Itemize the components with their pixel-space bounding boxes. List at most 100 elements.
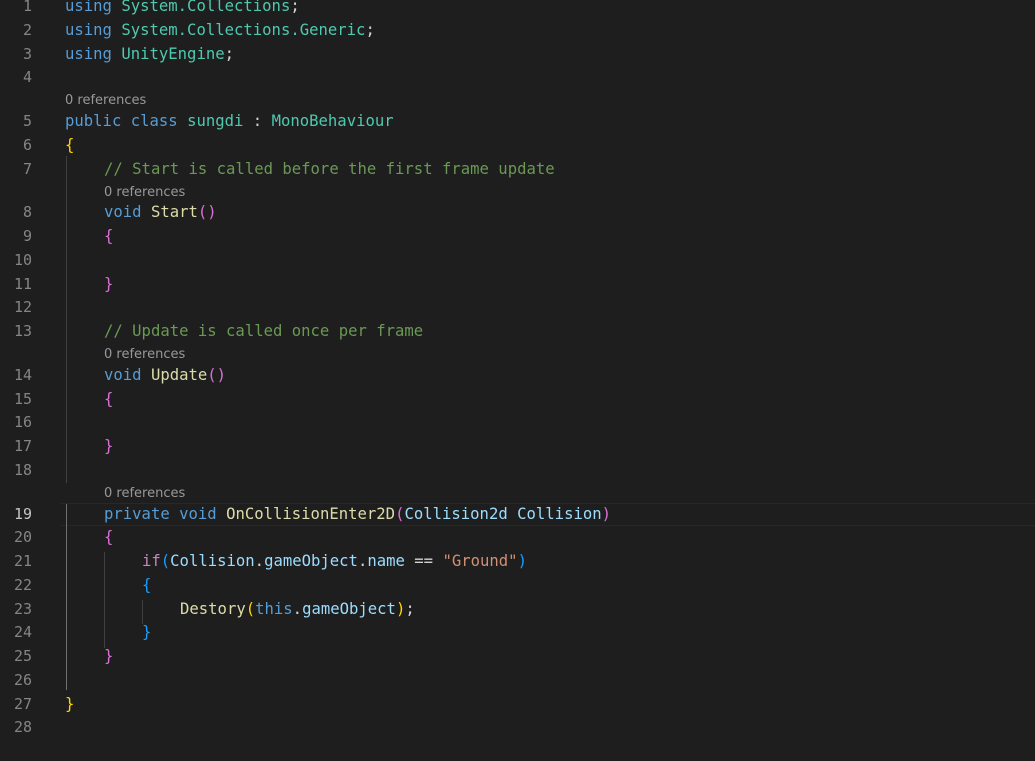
token-keyword: class [130, 112, 178, 130]
line-number: 3 [22, 45, 32, 63]
token-namespace: System.Collections [121, 0, 291, 15]
token-keyword: void [104, 366, 142, 384]
token-bracket: ) [517, 552, 527, 570]
token-variable: Collision [170, 552, 255, 570]
token-bracket: ) [395, 600, 406, 618]
token-bracket: ) [601, 505, 612, 523]
line-number: 6 [22, 136, 32, 154]
code-line-1[interactable]: using System.Collections; [65, 0, 300, 16]
code-line-5[interactable]: public class sungdi : MonoBehaviour [65, 111, 394, 131]
line-number: 12 [13, 298, 32, 316]
code-line-21[interactable]: if(Collision.gameObject.name == "Ground"… [142, 551, 527, 571]
indent-guide [142, 600, 143, 624]
codelens-references[interactable]: 0 references [104, 185, 185, 201]
code-line-11[interactable]: } [104, 274, 113, 294]
token-function: OnCollisionEnter2D [226, 505, 396, 523]
token-bracket: } [104, 647, 114, 665]
line-number: 24 [13, 623, 32, 641]
code-line-2[interactable]: using System.Collections.Generic; [65, 20, 375, 40]
code-line-20[interactable]: { [104, 527, 113, 547]
indent-guide [104, 552, 105, 648]
line-number: 25 [13, 647, 32, 665]
line-number: 26 [13, 671, 32, 689]
token-punct: : [243, 112, 272, 130]
line-number: 10 [13, 251, 32, 269]
code-line-9[interactable]: { [104, 226, 113, 246]
line-number: 5 [22, 112, 32, 130]
token-punct: . [292, 600, 303, 618]
code-line-7[interactable]: // Start is called before the first fram… [104, 159, 555, 179]
token-property: name [367, 552, 405, 570]
code-line-8[interactable]: void Start() [104, 202, 217, 222]
token-comment: // Start is called before the first fram… [104, 160, 555, 178]
line-number: 17 [13, 437, 32, 455]
token-string: "Ground" [442, 552, 518, 570]
token-bracket: } [65, 695, 75, 713]
token-bracket: { [104, 528, 114, 546]
token-keyword: void [104, 203, 142, 221]
code-editor[interactable]: 1 2 3 4 5 6 7 8 9 10 11 12 13 14 15 16 1… [0, 0, 1035, 761]
code-line-3[interactable]: using UnityEngine; [65, 44, 234, 64]
token-operator: == [404, 552, 443, 570]
line-number: 11 [13, 275, 32, 293]
token-property: gameObject [264, 552, 358, 570]
token-bracket: () [207, 366, 227, 384]
code-line-6[interactable]: { [65, 135, 74, 155]
line-number: 16 [13, 413, 32, 431]
code-line-15[interactable]: { [104, 389, 113, 409]
token-keyword: void [179, 505, 217, 523]
line-number: 2 [22, 21, 32, 39]
token-punct: ; [290, 0, 300, 15]
line-number: 15 [13, 390, 32, 408]
token-namespace: System.Collections.Generic [121, 21, 366, 39]
codelens-references[interactable]: 0 references [65, 93, 146, 109]
codelens-references[interactable]: 0 references [104, 486, 185, 502]
code-line-25[interactable]: } [104, 646, 113, 666]
token-class-name: sungdi [187, 112, 244, 130]
code-line-17[interactable]: } [104, 436, 113, 456]
code-line-27[interactable]: } [65, 694, 74, 714]
token-function: Start [150, 203, 198, 221]
token-bracket: } [142, 623, 152, 641]
token-punct: . [357, 552, 368, 570]
token-punct: ; [224, 45, 235, 63]
token-punct: ; [365, 21, 375, 39]
codelens-references[interactable]: 0 references [104, 347, 185, 363]
line-number: 23 [13, 600, 32, 618]
token-keyword: using [65, 0, 112, 15]
code-line-23[interactable]: Destory(this.gameObject); [180, 599, 415, 619]
token-punct: . [254, 552, 265, 570]
token-type: Collision2d [404, 505, 508, 523]
token-bracket: } [104, 437, 114, 455]
token-bracket: ( [160, 552, 171, 570]
token-bracket: { [104, 390, 114, 408]
line-number: 7 [22, 160, 32, 178]
token-bracket: { [142, 576, 152, 594]
code-line-13[interactable]: // Update is called once per frame [104, 321, 423, 341]
code-line-24[interactable]: } [142, 622, 151, 642]
line-number: 20 [13, 528, 32, 546]
code-line-19[interactable]: private void OnCollisionEnter2D(Collisio… [104, 504, 611, 524]
indent-guide-active [66, 504, 67, 690]
line-number: 28 [13, 718, 32, 736]
token-bracket: () [197, 203, 217, 221]
line-number: 21 [13, 552, 32, 570]
line-number: 27 [13, 695, 32, 713]
token-keyword: private [104, 505, 170, 523]
code-line-22[interactable]: { [142, 575, 151, 595]
line-number: 14 [13, 366, 32, 384]
line-number: 1 [22, 0, 32, 15]
line-number: 9 [22, 227, 32, 245]
line-number: 13 [13, 322, 32, 340]
line-number: 22 [13, 576, 32, 594]
line-number-active: 19 [13, 505, 32, 523]
token-bracket: { [65, 136, 75, 154]
token-type: MonoBehaviour [271, 112, 394, 130]
token-keyword: using [65, 45, 112, 63]
token-namespace: UnityEngine [121, 45, 225, 63]
token-parameter: Collision [517, 505, 602, 523]
token-keyword: public [65, 112, 122, 130]
token-property: gameObject [302, 600, 396, 618]
code-line-14[interactable]: void Update() [104, 365, 226, 385]
token-bracket: { [104, 227, 114, 245]
